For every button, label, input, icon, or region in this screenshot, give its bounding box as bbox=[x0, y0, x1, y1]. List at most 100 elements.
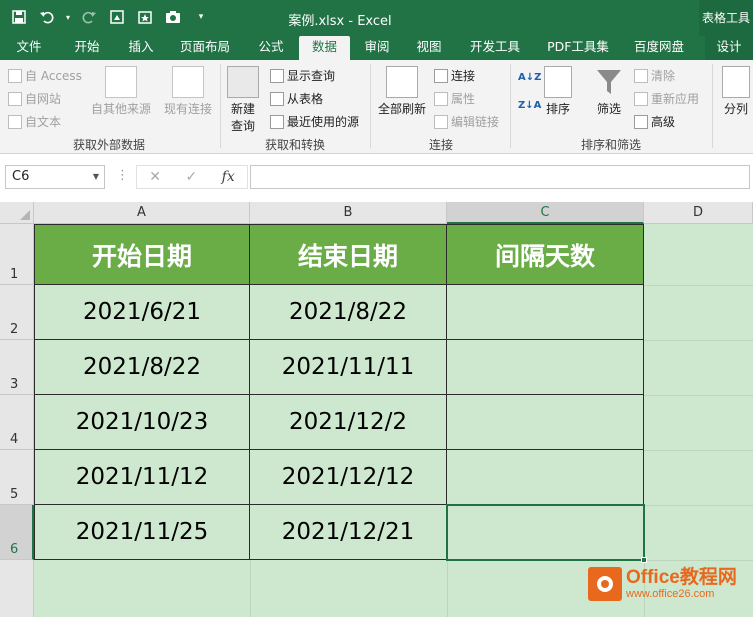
clear-filter-icon bbox=[634, 68, 648, 83]
cancel-entry-icon[interactable]: ✕ bbox=[149, 169, 161, 185]
web-icon bbox=[8, 91, 22, 106]
cell-b4[interactable]: 2021/12/2 bbox=[250, 395, 447, 450]
advanced-filter-button[interactable]: 高级 bbox=[634, 113, 675, 130]
worksheet-grid[interactable]: A B C D 1 2 3 4 5 6 开始日期 结束日期 间隔天数 2021/… bbox=[0, 202, 753, 617]
sort-descending-button[interactable]: Z↓A bbox=[518, 100, 541, 111]
from-access-button[interactable]: 自 Access bbox=[8, 67, 82, 84]
cell-c5[interactable] bbox=[447, 450, 644, 505]
column-header-d[interactable]: D bbox=[644, 202, 753, 224]
formula-bar-resize-handle[interactable]: ⋮ bbox=[116, 168, 129, 183]
advanced-filter-icon bbox=[634, 114, 648, 129]
row-header-5[interactable]: 5 bbox=[0, 450, 34, 505]
tab-pdf-tools[interactable]: PDF工具集 bbox=[540, 36, 616, 60]
group-label-transform: 获取和转换 bbox=[264, 138, 325, 152]
from-table-button[interactable]: 从表格 bbox=[270, 90, 323, 107]
row-header-6[interactable]: 6 bbox=[0, 505, 34, 560]
cell-a6[interactable]: 2021/11/25 bbox=[34, 505, 250, 560]
from-other-sources-button[interactable]: 自其他来源 bbox=[88, 66, 154, 117]
column-header-a[interactable]: A bbox=[34, 202, 250, 224]
office-logo-icon bbox=[588, 567, 622, 601]
select-all-button[interactable] bbox=[0, 202, 34, 224]
tab-design[interactable]: 设计 bbox=[705, 36, 753, 60]
column-header-b[interactable]: B bbox=[250, 202, 447, 224]
filter-icon bbox=[594, 66, 624, 98]
cell-b2[interactable]: 2021/8/22 bbox=[250, 285, 447, 340]
tab-data[interactable]: 数据 bbox=[299, 36, 350, 60]
refresh-all-button[interactable]: 全部刷新 bbox=[374, 66, 430, 117]
formula-input[interactable] bbox=[250, 165, 750, 189]
cell-a3[interactable]: 2021/8/22 bbox=[34, 340, 250, 395]
from-web-button[interactable]: 自网站 bbox=[8, 90, 61, 107]
cell-c3[interactable] bbox=[447, 340, 644, 395]
show-queries-button[interactable]: 显示查询 bbox=[270, 67, 335, 84]
tab-view[interactable]: 视图 bbox=[406, 36, 452, 60]
row-header-1[interactable]: 1 bbox=[0, 224, 34, 285]
row-header-2[interactable]: 2 bbox=[0, 285, 34, 340]
tab-baidu-netdisk[interactable]: 百度网盘 bbox=[624, 36, 694, 60]
sort-ascending-button[interactable]: A↓Z bbox=[518, 72, 541, 83]
group-divider bbox=[220, 64, 221, 148]
tab-insert[interactable]: 插入 bbox=[116, 36, 166, 60]
active-cell-border bbox=[446, 504, 645, 561]
cell-b1[interactable]: 结束日期 bbox=[250, 224, 447, 285]
properties-icon bbox=[434, 91, 448, 106]
gridline bbox=[250, 560, 251, 617]
text-to-columns-icon bbox=[722, 66, 750, 98]
cell-a5[interactable]: 2021/11/12 bbox=[34, 450, 250, 505]
properties-button[interactable]: 属性 bbox=[434, 90, 475, 107]
reapply-button[interactable]: 重新应用 bbox=[634, 90, 699, 107]
tab-review[interactable]: 审阅 bbox=[354, 36, 400, 60]
gridline bbox=[644, 450, 753, 451]
tab-formulas[interactable]: 公式 bbox=[248, 36, 294, 60]
cell-a4[interactable]: 2021/10/23 bbox=[34, 395, 250, 450]
filter-button[interactable]: 筛选 bbox=[590, 66, 628, 117]
recent-sources-button[interactable]: 最近使用的源 bbox=[270, 113, 359, 130]
text-to-columns-button[interactable]: 分列 bbox=[718, 66, 753, 117]
sort-button[interactable]: 排序 bbox=[540, 66, 576, 117]
row-header-blank bbox=[0, 560, 34, 617]
tab-developer[interactable]: 开发工具 bbox=[462, 36, 528, 60]
name-box[interactable]: C6 ▼ bbox=[5, 165, 105, 189]
tab-home[interactable]: 开始 bbox=[62, 36, 112, 60]
row-header-4[interactable]: 4 bbox=[0, 395, 34, 450]
cell-a1[interactable]: 开始日期 bbox=[34, 224, 250, 285]
window-title: 案例.xlsx - Excel bbox=[288, 14, 392, 29]
gridline bbox=[447, 560, 448, 617]
cell-b3[interactable]: 2021/11/11 bbox=[250, 340, 447, 395]
cell-a2[interactable]: 2021/6/21 bbox=[34, 285, 250, 340]
confirm-entry-icon[interactable]: ✓ bbox=[185, 169, 197, 185]
show-queries-icon bbox=[270, 68, 284, 83]
existing-connections-button[interactable]: 现有连接 bbox=[160, 66, 216, 117]
reapply-icon bbox=[634, 91, 648, 106]
gridline bbox=[644, 505, 753, 506]
tab-file[interactable]: 文件 bbox=[6, 36, 52, 60]
cell-c4[interactable] bbox=[447, 395, 644, 450]
fill-handle[interactable] bbox=[641, 557, 647, 563]
edit-links-icon bbox=[434, 114, 448, 129]
new-query-button[interactable]: 新建 查询 bbox=[224, 66, 262, 134]
refresh-icon bbox=[386, 66, 418, 98]
connections-button[interactable]: 连接 bbox=[434, 67, 475, 84]
other-sources-icon bbox=[105, 66, 137, 98]
group-divider bbox=[510, 64, 511, 148]
sort-icon bbox=[544, 66, 572, 98]
watermark-title: Office教程网 bbox=[626, 566, 737, 588]
insert-function-icon[interactable]: fx bbox=[222, 169, 235, 185]
clear-filter-button[interactable]: 清除 bbox=[634, 67, 675, 84]
name-box-dropdown-icon[interactable]: ▼ bbox=[93, 166, 99, 188]
from-text-button[interactable]: 自文本 bbox=[8, 113, 61, 130]
row-header-3[interactable]: 3 bbox=[0, 340, 34, 395]
cell-c1[interactable]: 间隔天数 bbox=[447, 224, 644, 285]
gridline bbox=[644, 285, 753, 286]
cell-c2[interactable] bbox=[447, 285, 644, 340]
group-label-external: 获取外部数据 bbox=[72, 138, 145, 152]
tab-page-layout[interactable]: 页面布局 bbox=[172, 36, 238, 60]
connections-icon bbox=[434, 68, 448, 83]
existing-connections-icon bbox=[172, 66, 204, 98]
gridline bbox=[644, 395, 753, 396]
cell-b6[interactable]: 2021/12/21 bbox=[250, 505, 447, 560]
edit-links-button[interactable]: 编辑链接 bbox=[434, 113, 499, 130]
select-all-icon bbox=[20, 210, 30, 220]
cell-b5[interactable]: 2021/12/12 bbox=[250, 450, 447, 505]
column-header-c[interactable]: C bbox=[447, 202, 644, 224]
